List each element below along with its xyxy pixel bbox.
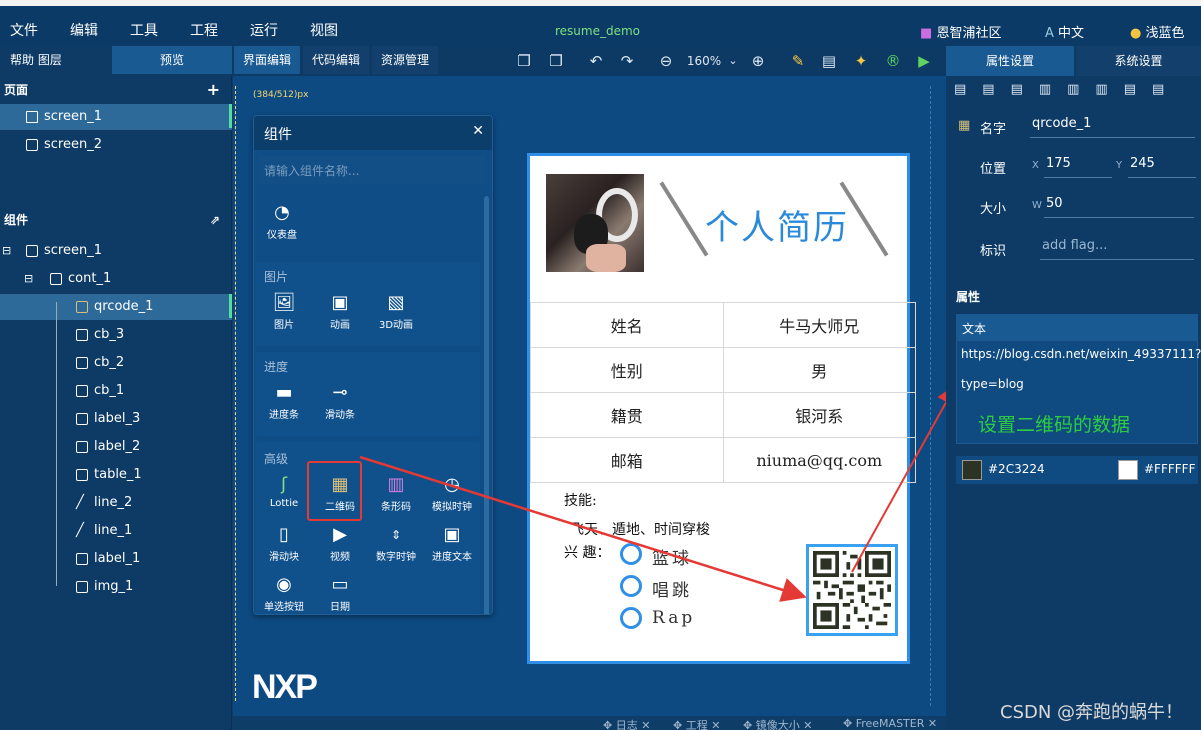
qr-text-line-2: type=blog xyxy=(961,377,1024,391)
x-label: X xyxy=(1032,160,1039,171)
y-label: Y xyxy=(1116,160,1123,171)
annotation-text: 设置二维码的数据 xyxy=(978,414,1131,436)
name-input[interactable]: qrcode_1 xyxy=(1030,110,1195,138)
flag-input[interactable]: add flag... xyxy=(1040,232,1194,260)
dark-color-value[interactable]: #2C3224 xyxy=(988,462,1045,476)
status-bar: ✥ 日志 ✕ ✥ 工程 ✕ ✥ 镜像大小 ✕ ✥ FreeMASTER ✕ xyxy=(233,716,946,730)
status-tab-freemaster[interactable]: ✥ FreeMASTER ✕ xyxy=(843,717,937,730)
flag-label: 标识 xyxy=(980,244,1007,259)
arrow-qr-to-props xyxy=(851,384,956,573)
properties-panel: 属性设置 系统设置 ▤▤▤▥▥▥▤▤ ▦ 名字 qrcode_1 位置 X 17… xyxy=(946,46,1201,730)
size-label: 大小 xyxy=(980,202,1007,217)
status-tab-image-size[interactable]: ✥ 镜像大小 ✕ xyxy=(743,717,812,730)
tab-system-settings[interactable]: 系统设置 xyxy=(1076,46,1201,76)
status-tab-log[interactable]: ✥ 日志 ✕ xyxy=(603,717,650,730)
y-input[interactable]: 245 xyxy=(1128,150,1196,178)
color-row: #2C3224 #FFFFFF xyxy=(956,456,1198,484)
nxp-logo: NXP xyxy=(252,668,318,706)
position-label: 位置 xyxy=(980,162,1007,177)
name-label: 名字 xyxy=(980,122,1007,137)
watermark: CSDN @奔跑的蜗牛！ xyxy=(1000,702,1184,723)
qr-text-line-1: https://blog.csdn.net/weixin_49337111? xyxy=(961,347,1201,361)
status-tab-project[interactable]: ✥ 工程 ✕ xyxy=(673,717,720,730)
light-color-swatch[interactable] xyxy=(1118,460,1138,480)
qrcode-icon: ▦ xyxy=(958,118,971,133)
light-color-value[interactable]: #FFFFFF xyxy=(1144,462,1195,476)
text-field-header: 文本 xyxy=(956,314,1198,342)
width-input[interactable]: 50 xyxy=(1044,190,1194,218)
w-label: W xyxy=(1032,200,1042,211)
arrow-palette-to-qr xyxy=(359,455,807,602)
attributes-title: 属性 xyxy=(956,290,981,304)
tab-properties[interactable]: 属性设置 xyxy=(946,46,1074,76)
align-toolbar[interactable]: ▤▤▤▥▥▥▤▤ xyxy=(954,82,1198,100)
dark-color-swatch[interactable] xyxy=(962,460,982,480)
x-input[interactable]: 175 xyxy=(1044,150,1112,178)
